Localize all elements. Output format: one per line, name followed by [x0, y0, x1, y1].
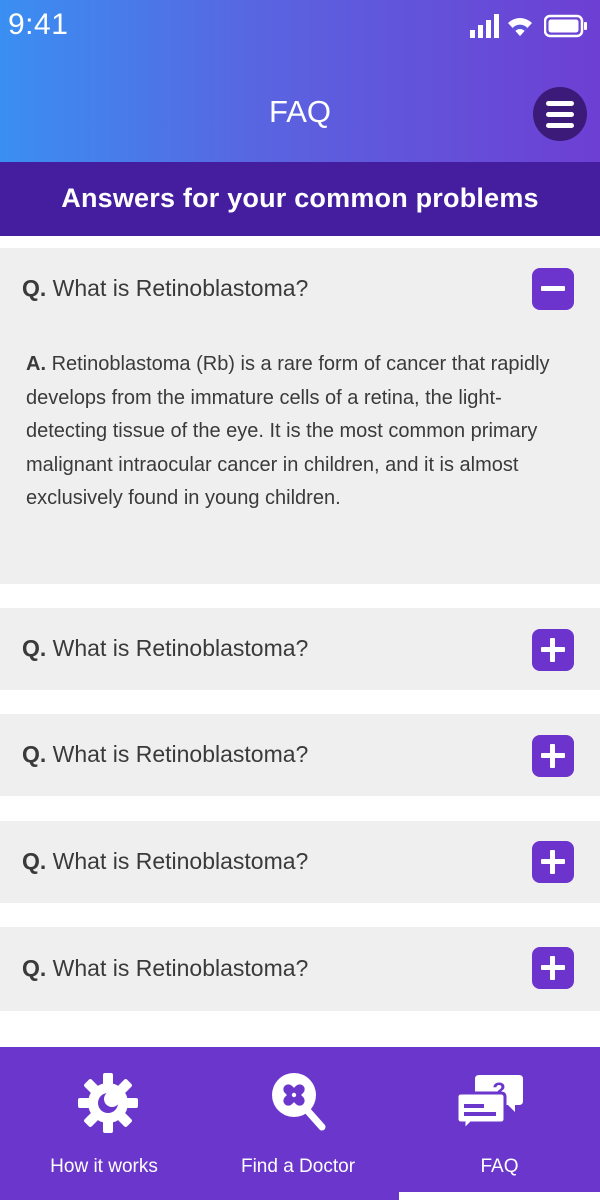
nav-label: Find a Doctor [240, 1156, 356, 1177]
expand-button[interactable] [532, 947, 574, 989]
collapse-button[interactable] [532, 268, 574, 310]
nav-label: How it works [50, 1156, 158, 1177]
hamburger-icon-bar [546, 101, 574, 106]
faq-question[interactable]: Q. What is Retinoblastoma? [22, 741, 308, 768]
status-time: 9:41 [8, 8, 69, 41]
question-prefix: Q. [22, 848, 47, 874]
faq-item[interactable]: Q. What is Retinoblastoma? [0, 821, 600, 903]
plus-icon-v [550, 850, 555, 874]
minus-icon [541, 286, 565, 291]
status-bar: 9:41 [0, 0, 600, 56]
wifi-icon [508, 18, 532, 36]
menu-button[interactable] [533, 87, 587, 141]
plus-icon-v [550, 956, 555, 980]
question-prefix: Q. [22, 955, 47, 981]
battery-icon [544, 14, 587, 38]
expand-button[interactable] [532, 841, 574, 883]
faq-chat-icon: ? [457, 1075, 523, 1134]
hamburger-icon-bar [546, 112, 574, 117]
page-subtitle: Answers for your common problems [0, 162, 600, 236]
plus-icon-v [550, 638, 555, 662]
nav-item-faq[interactable]: ? FAQ [399, 1047, 600, 1200]
faq-question[interactable]: Q. What is Retinoblastoma? [22, 275, 308, 302]
question-text: What is Retinoblastoma? [52, 955, 309, 981]
faq-answer: A. Retinoblastoma (Rb) is a rare form of… [26, 348, 561, 516]
faq-question[interactable]: Q. What is Retinoblastoma? [22, 955, 308, 982]
page-title: FAQ [268, 94, 331, 129]
signal-icon [470, 14, 499, 38]
nav-item-find-a-doctor[interactable]: Find a Doctor [198, 1047, 398, 1200]
expand-button[interactable] [532, 629, 574, 671]
search-doctor-icon [272, 1073, 326, 1131]
question-prefix: Q. [22, 635, 47, 661]
faq-item[interactable]: Q. What is Retinoblastoma? [0, 714, 600, 796]
question-text: What is Retinoblastoma? [52, 741, 309, 767]
answer-prefix: A. [26, 353, 46, 375]
faq-item[interactable]: Q. What is Retinoblastoma? [0, 927, 600, 1011]
question-text: What is Retinoblastoma? [52, 275, 309, 301]
question-text: What is Retinoblastoma? [52, 635, 309, 661]
faq-question[interactable]: Q. What is Retinoblastoma? [22, 635, 308, 662]
nav-item-how-it-works[interactable]: How it works [0, 1047, 208, 1200]
app-header: 9:41 FAQ [0, 0, 600, 162]
faq-item[interactable]: Q. What is Retinoblastoma? [0, 608, 600, 690]
bottom-nav: How it works Find a Doctor ? FAQ [0, 1047, 600, 1200]
gear-icon [78, 1073, 138, 1133]
expand-button[interactable] [532, 735, 574, 777]
faq-item: Q. What is Retinoblastoma? A. Retinoblas… [0, 248, 600, 584]
answer-text: Retinoblastoma (Rb) is a rare form of ca… [26, 353, 550, 509]
question-prefix: Q. [22, 275, 47, 301]
nav-active-indicator [399, 1192, 600, 1200]
nav-label: FAQ [480, 1156, 519, 1177]
question-text: What is Retinoblastoma? [52, 848, 309, 874]
faq-question[interactable]: Q. What is Retinoblastoma? [22, 848, 308, 875]
hamburger-icon-bar [546, 123, 574, 128]
plus-icon-v [550, 744, 555, 768]
question-prefix: Q. [22, 741, 47, 767]
